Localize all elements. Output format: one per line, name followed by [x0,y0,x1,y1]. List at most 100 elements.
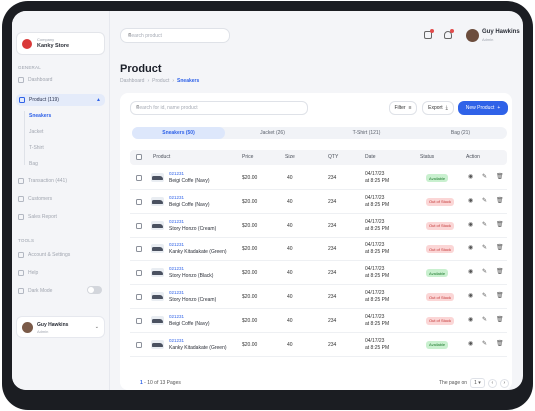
bell-icon[interactable] [444,29,454,39]
sidebar-item-customers[interactable]: Customers [18,196,52,202]
product-id[interactable]: 021231 [169,290,184,295]
row-checkbox[interactable] [136,198,142,205]
column-price[interactable]: Price [242,154,253,160]
row-checkbox[interactable] [136,246,142,253]
trash-icon[interactable]: 🗑 [496,244,504,251]
edit-icon[interactable]: ✎ [482,268,487,275]
view-icon[interactable]: ◉ [468,268,473,275]
column-product[interactable]: Product [153,154,170,160]
trash-icon[interactable]: 🗑 [496,316,504,323]
range-rest: - 10 of 13 Pages [142,380,181,386]
global-search-input[interactable]: Search product ⌕ [120,28,230,43]
edit-icon[interactable]: ✎ [482,221,487,228]
sidebar-item-label: Dark Mode [28,288,53,294]
filter-icon: ≡ [408,105,412,111]
edit-icon[interactable]: ✎ [482,173,487,180]
box-icon [19,97,25,103]
edit-icon[interactable]: ✎ [482,316,487,323]
trash-icon[interactable]: 🗑 [496,340,504,347]
tab-jacket[interactable]: Jacket (26) [226,127,319,139]
price-cell: $20.00 [242,198,258,205]
product-id[interactable]: 021231 [169,171,184,176]
sidebar-item-dashboard[interactable]: Dashboard [18,77,52,83]
time-cell: at 8:25 PM [365,225,390,232]
sidebar-subitem-tshirt[interactable]: T-Shirt [29,145,44,151]
filter-button[interactable]: Filter ≡ [389,101,417,115]
product-id[interactable]: 021231 [169,219,184,224]
dark-mode-toggle[interactable] [87,286,102,294]
product-id[interactable]: 021231 [169,266,184,271]
column-size[interactable]: Size [285,154,295,160]
users-icon [18,196,24,202]
sidebar-item-transaction[interactable]: Transaction (441) [18,178,67,184]
row-checkbox[interactable] [136,222,142,229]
new-product-button[interactable]: New Product + [458,101,508,115]
trash-icon[interactable]: 🗑 [496,197,504,204]
tab-bag[interactable]: Bag (21) [414,127,507,139]
sidebar-subitem-sneakers[interactable]: Sneakers [29,113,51,119]
view-icon[interactable]: ◉ [468,244,473,251]
message-icon[interactable] [424,29,434,39]
edit-icon[interactable]: ✎ [482,244,487,251]
sidebar-subitem-bag[interactable]: Bag [29,161,38,167]
trash-icon[interactable]: 🗑 [496,221,504,228]
moon-icon [18,288,24,294]
view-icon[interactable]: ◉ [468,316,473,323]
view-icon[interactable]: ◉ [468,292,473,299]
size-cell: 40 [287,198,293,205]
sidebar-user-card[interactable]: Guy Hawkins Admin ⌄ [16,316,105,338]
breadcrumb-current: Sneakers [177,78,200,84]
select-all-checkbox[interactable] [136,154,142,160]
edit-icon[interactable]: ✎ [482,340,487,347]
product-search-input[interactable]: Search for id, name product ⌕ [130,101,308,115]
view-icon[interactable]: ◉ [468,173,473,180]
row-checkbox[interactable] [136,341,142,348]
receipt-icon [18,178,24,184]
store-switcher[interactable]: Company Kanky Store [16,32,105,55]
time-cell: at 8:25 PM [365,344,390,351]
sidebar-item-label: Dashboard [28,77,53,83]
size-cell: 40 [287,246,293,253]
trash-icon[interactable]: 🗑 [496,292,504,299]
qty-cell: 234 [328,294,337,300]
chevron-up-icon: ▲ [96,97,101,103]
view-icon[interactable]: ◉ [468,221,473,228]
row-checkbox[interactable] [136,270,142,277]
column-date[interactable]: Date [365,154,376,160]
column-status[interactable]: Status [420,154,434,160]
pagination-summary: 1 - 10 of 13 Pages [140,380,181,386]
row-checkbox[interactable] [136,175,142,181]
export-button[interactable]: Export ⤓ [422,101,454,115]
tab-sneakers[interactable]: Sneakers (50) [132,127,225,139]
sidebar-item-product[interactable]: Product (119) ▲ [16,94,105,106]
edit-icon[interactable]: ✎ [482,197,487,204]
sidebar-item-help[interactable]: Help [18,270,38,276]
row-checkbox[interactable] [136,317,142,324]
new-product-label: New Product [465,105,495,111]
column-qty[interactable]: QTY [328,154,338,160]
view-icon[interactable]: ◉ [468,340,473,347]
row-checkbox[interactable] [136,294,142,300]
product-id[interactable]: 021231 [169,195,184,200]
table-row: 021231 Story Honzo (Black) $20.00 40 234 04/1… [130,262,507,286]
sidebar-item-label: Product (119) [29,97,59,103]
breadcrumb-product[interactable]: Product [152,78,169,84]
product-thumbnail [151,268,164,278]
table-row: 021231 Story Honzo (Cream) $20.00 40 234 04/1… [130,286,507,309]
prev-page-button[interactable]: ‹ [487,378,497,388]
view-icon[interactable]: ◉ [468,197,473,204]
sidebar-subitem-jacket[interactable]: Jacket [29,129,43,135]
breadcrumb-dashboard[interactable]: Dashboard [120,78,144,84]
store-logo-icon [22,39,32,49]
sidebar-item-account-settings[interactable]: Account & Settings [18,252,70,258]
product-id[interactable]: 021231 [169,338,184,343]
product-id[interactable]: 021231 [169,242,184,247]
edit-icon[interactable]: ✎ [482,292,487,299]
product-id[interactable]: 021231 [169,314,184,319]
tab-tshirt[interactable]: T-Shirt (121) [320,127,413,139]
sidebar-item-sales-report[interactable]: Sales Report [18,214,57,220]
trash-icon[interactable]: 🗑 [496,173,504,180]
trash-icon[interactable]: 🗑 [496,268,504,275]
page-select[interactable]: 1 ▾ [470,378,485,388]
next-page-button[interactable]: › [499,378,509,388]
